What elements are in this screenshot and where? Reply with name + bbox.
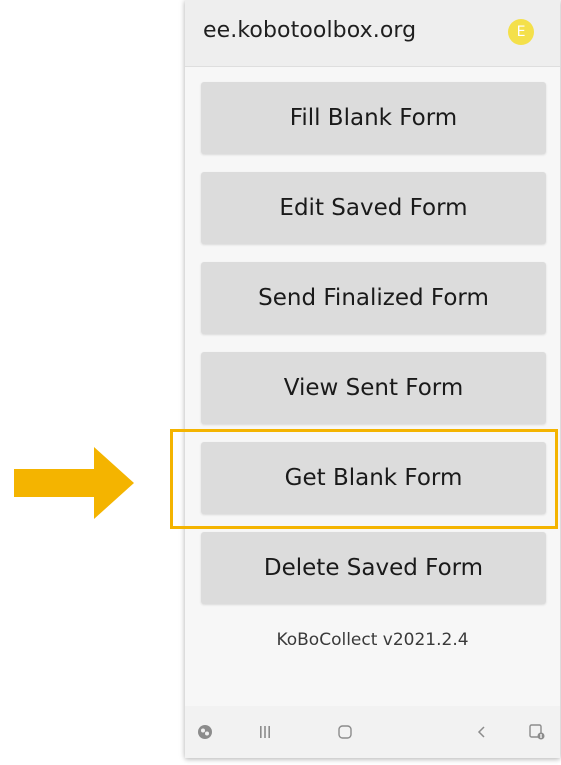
server-url: ee.kobotoolbox.org <box>203 18 417 43</box>
edit-saved-form-button[interactable]: Edit Saved Form <box>201 172 546 244</box>
account-avatar[interactable]: E <box>508 19 534 45</box>
view-sent-form-button[interactable]: View Sent Form <box>201 352 546 424</box>
screenshot-stage: ee.kobotoolbox.org E Fill Blank Form Edi… <box>0 0 561 765</box>
delete-saved-form-button[interactable]: Delete Saved Form <box>201 532 546 604</box>
send-finalized-form-button[interactable]: Send Finalized Form <box>201 262 546 334</box>
screenshot-icon[interactable] <box>525 720 549 744</box>
app-top-bar: ee.kobotoolbox.org E <box>185 0 560 67</box>
system-navigation-bar <box>185 706 560 758</box>
fill-blank-form-button[interactable]: Fill Blank Form <box>201 82 546 154</box>
annotation-arrow-icon <box>14 447 134 519</box>
app-version-label: KoBoCollect v2021.2.4 <box>276 630 469 650</box>
assistant-icon[interactable] <box>193 720 217 744</box>
home-icon[interactable] <box>333 720 357 744</box>
back-icon[interactable] <box>470 720 494 744</box>
phone-screen: ee.kobotoolbox.org E Fill Blank Form Edi… <box>185 0 560 758</box>
get-blank-form-button[interactable]: Get Blank Form <box>201 442 546 514</box>
recent-apps-icon[interactable] <box>253 720 277 744</box>
